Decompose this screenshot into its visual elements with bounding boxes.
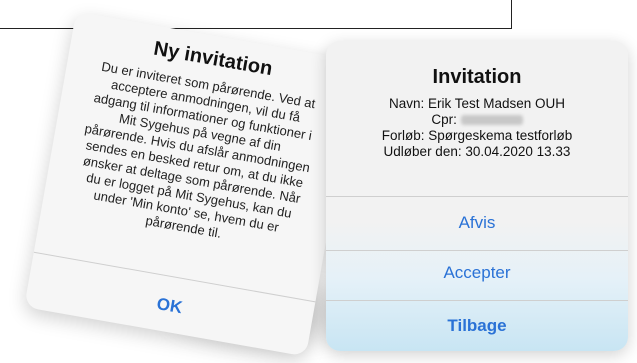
divider xyxy=(326,300,628,301)
name-line: Navn: Erik Test Madsen OUH xyxy=(388,96,566,111)
divider xyxy=(326,250,628,251)
course-line: Forløb: Spørgeskema testforløb xyxy=(381,128,573,143)
invitation-dialog: Invitation Navn: Erik Test Madsen OUH Cp… xyxy=(326,41,628,351)
cpr-label: Cpr: xyxy=(431,112,457,127)
back-button[interactable]: Tilbage xyxy=(326,316,628,336)
ok-button[interactable]: OK xyxy=(27,271,312,340)
accept-button[interactable]: Accepter xyxy=(326,263,628,283)
cpr-line: Cpr: xyxy=(326,112,628,128)
new-invitation-alert: Ny invitation Du er inviteret som pårøre… xyxy=(24,11,358,357)
cpr-redacted-value xyxy=(460,115,523,126)
dialog-title: Invitation xyxy=(432,66,522,88)
invitation-details: Navn: Erik Test Madsen OUH Cpr: Forløb: … xyxy=(326,96,628,160)
alert-message: Du er inviteret som pårørende. Ved at ac… xyxy=(65,57,327,256)
divider xyxy=(326,196,628,197)
reject-button[interactable]: Afvis xyxy=(326,213,628,233)
expiry-line: Udløber den: 30.04.2020 13.33 xyxy=(383,144,571,159)
